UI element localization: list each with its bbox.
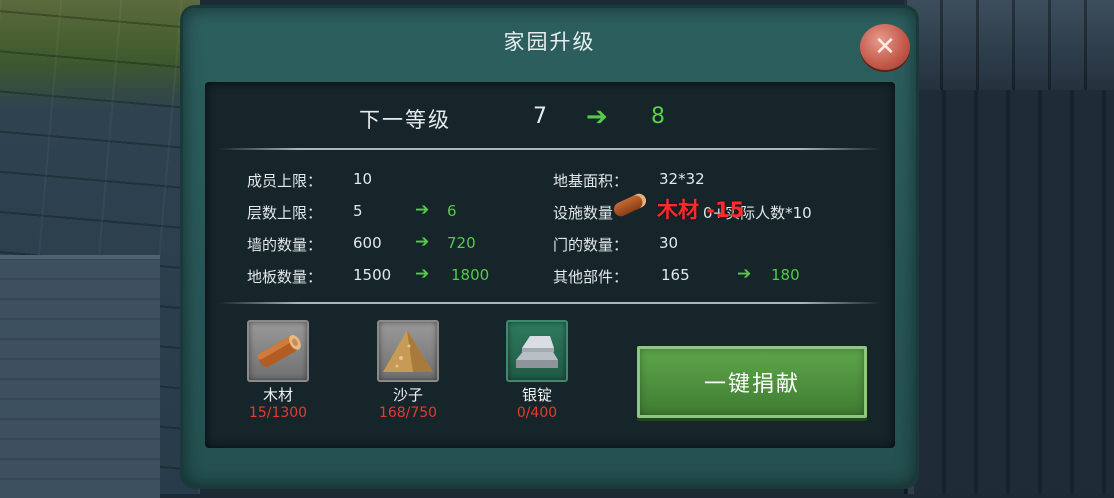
stat-label: 成员上限：: [247, 172, 323, 190]
stat-label: 其他部件：: [553, 268, 629, 286]
donate-all-button[interactable]: 一键捐献: [637, 346, 867, 418]
resource-name: 沙子: [392, 386, 423, 404]
panel-title: 家园升级: [503, 30, 596, 54]
stat-value: 600: [353, 234, 382, 252]
stat-value: 5: [353, 202, 363, 220]
stat-value: 1500: [353, 266, 392, 284]
stat-facility-count: 设施数量 0+实际人数*10: [553, 202, 812, 223]
stat-member-limit: 成员上限： 10: [247, 170, 372, 191]
resource-count: 0/400: [516, 405, 558, 421]
stat-new-value: 720: [447, 234, 476, 252]
pickup-text: 木材 -15: [657, 198, 745, 222]
green-arrow-icon: ➔: [737, 264, 752, 284]
green-arrow-icon: ➔: [415, 264, 430, 284]
stat-label: 门的数量：: [553, 236, 629, 254]
resource-silver-ingot[interactable]: 银锭 0/400: [492, 320, 582, 421]
stat-value: 30: [659, 234, 679, 252]
next-level: 8: [651, 104, 665, 129]
next-level-row: 下一等级 7 ➔ 8: [205, 102, 895, 144]
stat-floor-limit: 层数上限： 5 ➔ 6: [247, 200, 457, 223]
stat-label: 墙的数量：: [247, 236, 323, 254]
silver-ingot-icon: [506, 320, 568, 382]
stat-value: 165: [661, 266, 690, 284]
stat-new-value: 6: [447, 202, 457, 220]
resource-wood[interactable]: 木材 15/1300: [233, 320, 323, 421]
resource-count: 15/1300: [248, 405, 308, 421]
stat-wall-count: 墙的数量： 600 ➔ 720: [247, 232, 476, 255]
close-button[interactable]: ✕: [860, 24, 910, 70]
wood-icon: [247, 320, 309, 382]
background-door: [908, 90, 1114, 494]
divider: [219, 302, 881, 304]
stat-floor-count: 地板数量： 1500 ➔ 1800: [247, 264, 489, 287]
resource-sand[interactable]: 沙子 168/750: [363, 320, 453, 421]
stat-label: 设施数量: [553, 204, 614, 222]
stat-label: 地基面积：: [553, 172, 629, 190]
next-level-label: 下一等级: [359, 108, 451, 132]
stat-value: 32*32: [659, 170, 705, 188]
background-wall: [0, 255, 160, 498]
resource-name: 银锭: [521, 386, 552, 404]
stat-label: 地板数量：: [247, 268, 323, 286]
stat-new-value: 180: [771, 266, 800, 284]
stat-other-parts: 其他部件： 165 ➔ 180: [553, 264, 800, 287]
upgrade-content: 下一等级 7 ➔ 8 成员上限： 10 层数上限： 5 ➔ 6 墙的数量： 60…: [205, 82, 895, 448]
stat-door-count: 门的数量： 30: [553, 234, 678, 255]
green-arrow-icon: ➔: [586, 102, 608, 132]
current-level: 7: [533, 104, 547, 129]
stat-foundation-area: 地基面积： 32*32: [553, 170, 705, 191]
sand-icon: [377, 320, 439, 382]
resource-count: 168/750: [378, 405, 438, 421]
resource-name: 木材: [262, 386, 293, 404]
divider: [219, 148, 881, 150]
stat-value: 10: [353, 170, 373, 188]
green-arrow-icon: ➔: [415, 200, 430, 220]
home-upgrade-panel: 家园升级 ✕ 下一等级 7 ➔ 8 成员上限： 10 层数上限： 5 ➔ 6 墙…: [183, 8, 916, 486]
wood-log-icon: [611, 191, 649, 219]
close-icon: ✕: [874, 32, 896, 62]
stat-new-value: 1800: [451, 266, 490, 284]
stat-label: 层数上限：: [247, 204, 323, 222]
green-arrow-icon: ➔: [415, 232, 430, 252]
